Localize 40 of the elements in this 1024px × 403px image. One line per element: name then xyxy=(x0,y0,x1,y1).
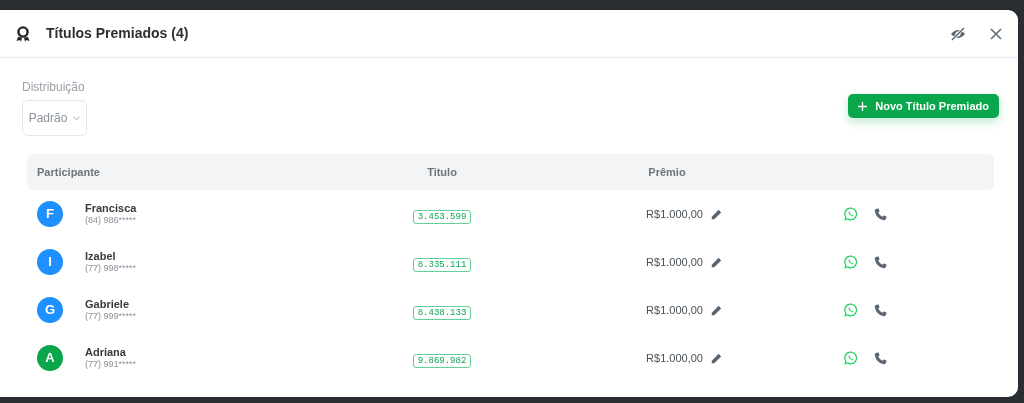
prize-amount: R$1.000,00 xyxy=(646,254,703,270)
phone-number: (77) 999***** xyxy=(85,310,137,323)
new-title-button[interactable]: Novo Título Premiado xyxy=(848,94,999,118)
phone-number: (84) 986***** xyxy=(85,214,137,227)
phone-icon[interactable] xyxy=(874,303,887,317)
plus-icon xyxy=(858,101,868,111)
prize-amount: R$1.000,00 xyxy=(646,302,703,318)
participant-name: Adriana xyxy=(85,345,127,359)
participant-name: Gabriele xyxy=(85,297,131,311)
phone-number: (77) 998***** xyxy=(85,262,137,275)
ticket-number: 3.453.599 xyxy=(412,210,472,224)
prize-amount: R$1.000,00 xyxy=(646,350,703,366)
phone-icon[interactable] xyxy=(874,255,887,269)
column-header: Prêmio xyxy=(648,165,686,178)
avatar: A xyxy=(37,345,63,371)
phone-icon[interactable] xyxy=(874,207,887,221)
field-label: Distribuição xyxy=(22,79,86,96)
close-icon[interactable] xyxy=(990,27,1002,40)
prize-amount: R$1.000,00 xyxy=(646,206,703,222)
avatar: F xyxy=(37,201,63,227)
avatar: I xyxy=(37,249,63,275)
participant-name: Izabel xyxy=(85,249,117,263)
pencil-icon[interactable] xyxy=(711,352,722,364)
participant-name: Francisca xyxy=(85,201,137,215)
distribution-select[interactable]: Padrão xyxy=(22,100,87,136)
phone-number: (77) 991***** xyxy=(85,358,137,371)
pencil-icon[interactable] xyxy=(711,208,722,220)
avatar: G xyxy=(37,297,63,323)
column-header: Participante xyxy=(37,165,100,178)
pencil-icon[interactable] xyxy=(711,304,722,316)
pencil-icon[interactable] xyxy=(711,256,722,268)
chevron-down-icon xyxy=(73,115,81,121)
column-header: Titulo xyxy=(427,165,457,178)
ticket-number: 9.869.982 xyxy=(412,354,472,368)
award-icon xyxy=(16,25,30,42)
eye-off-icon[interactable] xyxy=(950,26,966,41)
phone-icon[interactable] xyxy=(874,351,887,365)
ticket-number: 8.335.111 xyxy=(412,258,472,272)
ticket-number: 8.438.133 xyxy=(412,306,472,320)
modal-title: Títulos Premiados (4) xyxy=(46,24,189,43)
